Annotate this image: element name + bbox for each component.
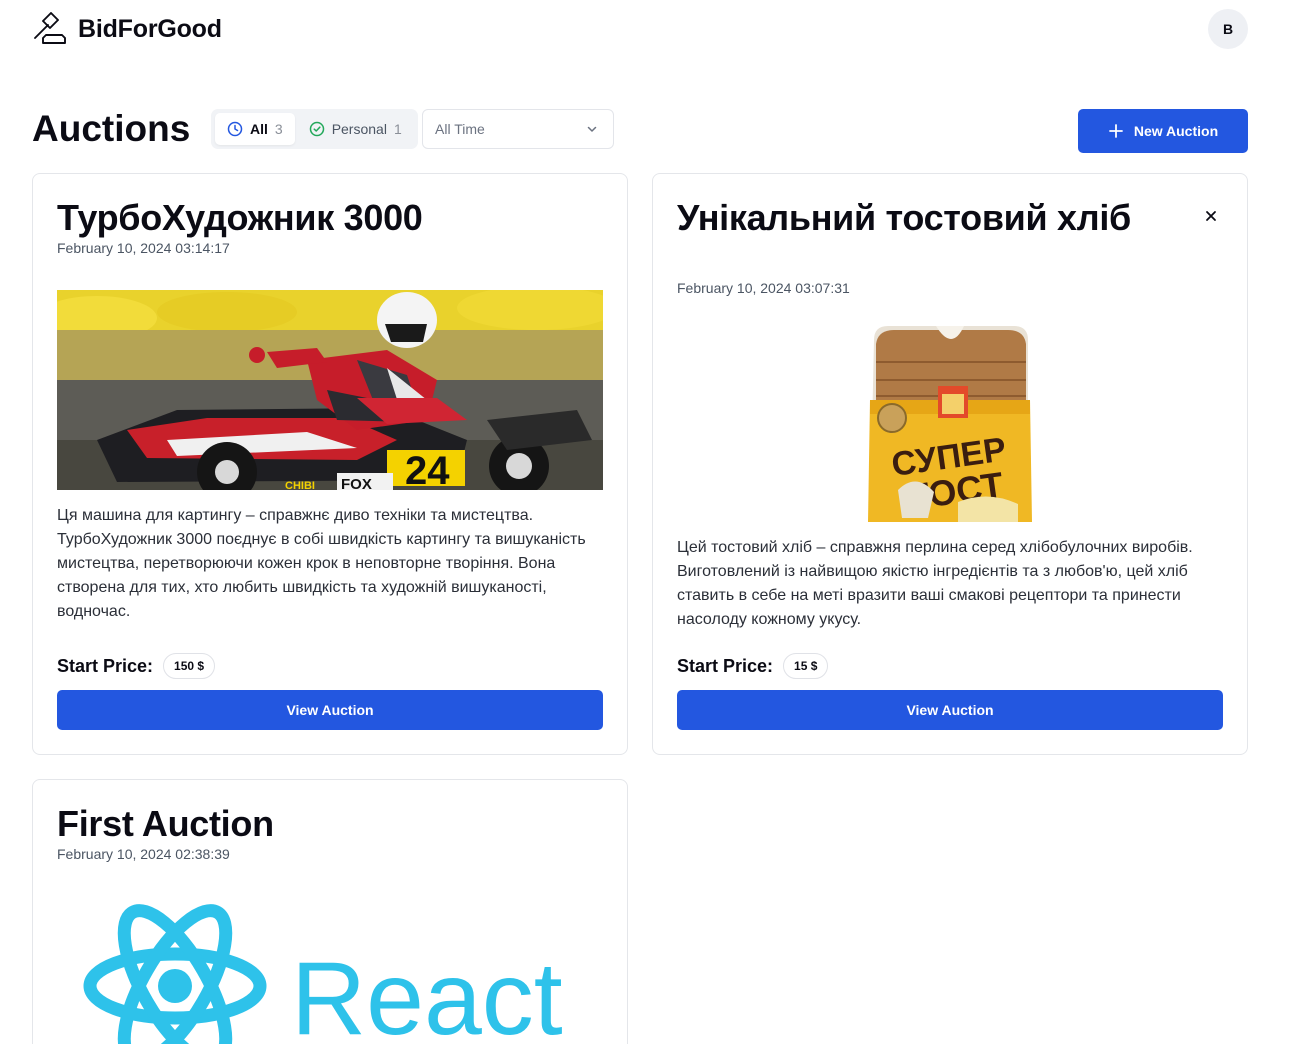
kart-number-text: 24: [405, 449, 450, 490]
auction-description: Цей тостовий хліб – справжня перлина сер…: [677, 539, 1193, 628]
period-select-value: All Time: [435, 121, 485, 137]
start-price-row: Start Price: 150 $: [57, 653, 216, 679]
view-auction-button[interactable]: View Auction: [677, 690, 1223, 730]
tab-all-count: 3: [274, 121, 283, 137]
auction-date: February 10, 2024 02:38:39: [57, 846, 230, 862]
auction-title: First Auction: [57, 803, 274, 844]
auction-card: ТурбоХудожник 3000 February 10, 2024 03:…: [32, 173, 628, 755]
toolbar: Auctions All 3 Personal 1 All Time New A…: [32, 106, 1248, 154]
tab-personal[interactable]: Personal 1: [297, 113, 414, 145]
tab-personal-count: 1: [393, 121, 402, 137]
start-price-row: Start Price: 15 $: [677, 653, 829, 679]
app-header: BidForGood B: [0, 0, 1291, 60]
auction-title: ТурбоХудожник 3000: [57, 197, 423, 238]
new-auction-button[interactable]: New Auction: [1078, 109, 1248, 153]
view-auction-button[interactable]: View Auction: [57, 690, 603, 730]
start-price-badge: 15 $: [783, 653, 829, 679]
react-logo-image: React: [57, 890, 603, 1044]
page-title: Auctions: [32, 108, 191, 149]
react-logo-text: React: [291, 941, 563, 1044]
start-price-badge: 150 $: [163, 653, 216, 679]
kart-brand-text: FOX: [341, 476, 372, 490]
auction-date: February 10, 2024 03:14:17: [57, 240, 230, 256]
kart-sponsor-text: CHIBI: [285, 480, 315, 490]
app-name: BidForGood: [78, 14, 222, 43]
start-price-label: Start Price:: [677, 655, 774, 676]
auction-title: Унікальний тостовий хліб: [677, 197, 1131, 238]
gavel-icon: [34, 12, 66, 44]
plus-icon: [1108, 124, 1123, 138]
close-button[interactable]: [1201, 206, 1221, 226]
new-auction-label: New Auction: [1133, 123, 1219, 139]
user-avatar[interactable]: B: [1208, 9, 1248, 49]
auction-card: First Auction February 10, 2024 02:38:39…: [32, 779, 628, 1044]
auction-description: Ця машина для картингу – справжнє диво т…: [57, 507, 586, 620]
logo[interactable]: BidForGood: [32, 12, 222, 46]
go-kart-image: 24 FOX CHIBI: [57, 290, 603, 490]
toast-bread-image: СУПЕР ТОСТ: [868, 322, 1034, 522]
tab-all[interactable]: All 3: [215, 113, 295, 145]
close-icon: [1206, 211, 1216, 221]
filter-tabs: All 3 Personal 1: [211, 109, 418, 149]
tab-all-label: All: [250, 121, 268, 137]
clock-icon: [227, 121, 243, 137]
chevron-down-icon: [587, 126, 597, 132]
auction-date: February 10, 2024 03:07:31: [677, 280, 850, 296]
period-select[interactable]: All Time: [422, 109, 614, 149]
tab-personal-label: Personal: [331, 121, 387, 137]
start-price-label: Start Price:: [57, 655, 154, 676]
check-circle-icon: [309, 121, 324, 137]
auction-card: Унікальний тостовий хліб February 10, 20…: [652, 173, 1248, 755]
